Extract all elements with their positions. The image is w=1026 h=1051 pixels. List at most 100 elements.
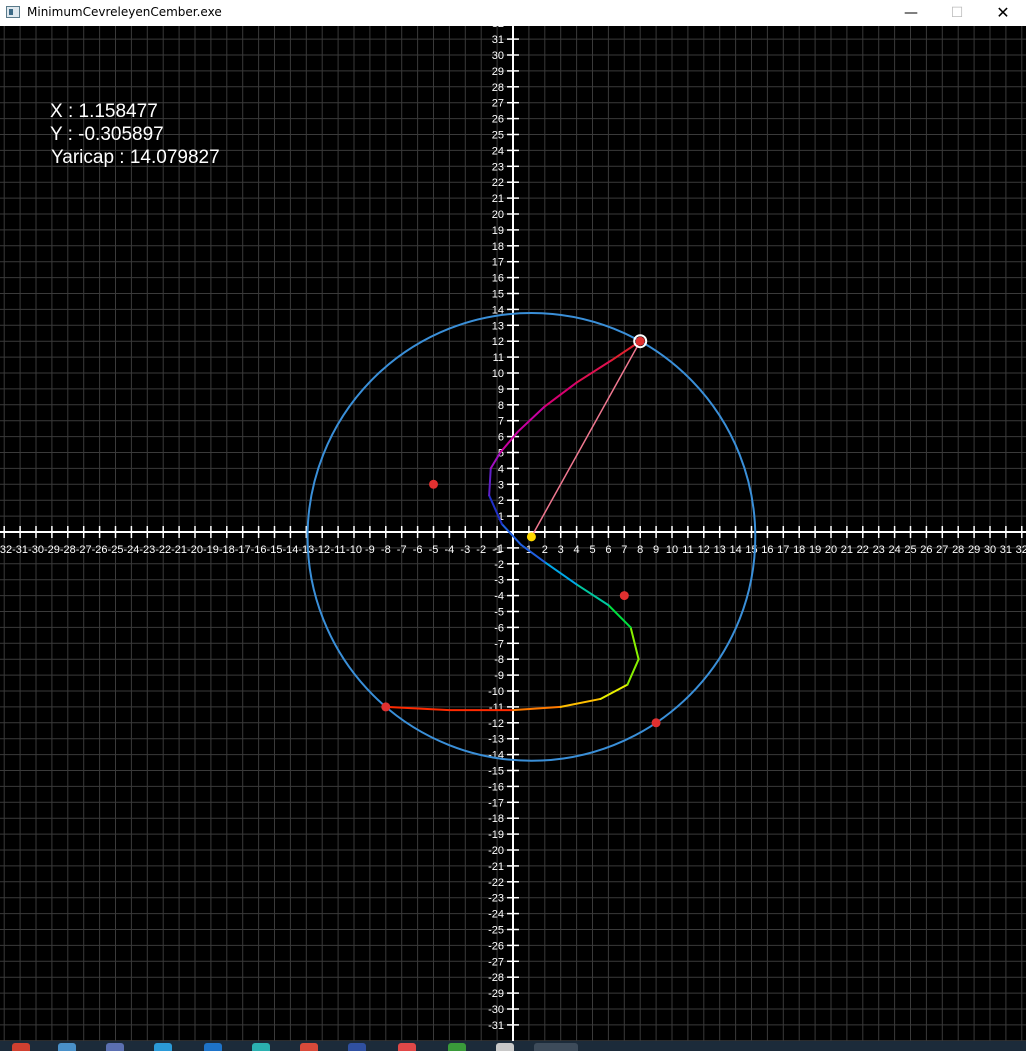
x-tick-label: 26 [920, 544, 932, 556]
x-tick-label: 16 [761, 544, 773, 556]
data-point [635, 336, 645, 346]
y-tick-label: -28 [488, 972, 504, 984]
y-tick-label: 27 [492, 98, 504, 110]
y-tick-label: 32 [492, 26, 504, 30]
y-tick-label: 4 [498, 463, 504, 475]
y-tick-label: 3 [498, 479, 504, 491]
y-tick-label: -27 [488, 956, 504, 968]
y-tick-label: -26 [488, 940, 504, 952]
y-tick-label: 22 [492, 177, 504, 189]
y-tick-label: 2 [498, 495, 504, 507]
taskbar-app-icon[interactable] [300, 1043, 318, 1051]
x-tick-label: 7 [621, 544, 627, 556]
x-tick-label: -8 [381, 544, 391, 556]
y-tick-label: -1 [494, 543, 504, 555]
x-tick-label: -30 [28, 544, 44, 556]
x-tick-label: -20 [187, 544, 203, 556]
y-tick-label: -8 [494, 654, 504, 666]
x-tick-label: -2 [476, 544, 486, 556]
y-tick-label: -11 [489, 702, 504, 714]
y-tick-label: -24 [488, 909, 504, 921]
taskbar-app-icon[interactable] [252, 1043, 270, 1051]
y-tick-label: -4 [494, 591, 504, 603]
x-tick-label: -22 [155, 544, 171, 556]
title-bar: MinimumCevreleyenCember.exe — ☐ ✕ [0, 0, 1026, 27]
y-tick-label: 19 [492, 225, 504, 237]
x-tick-label: 9 [653, 544, 659, 556]
taskbar-app-icon[interactable] [106, 1043, 124, 1051]
radius-readout: Yaricap : 14.079827 [51, 147, 220, 168]
taskbar-app-icon[interactable] [534, 1043, 578, 1051]
x-tick-label: -27 [76, 544, 92, 556]
y-tick-label: 29 [492, 66, 504, 78]
y-tick-label: -31 [488, 1020, 504, 1032]
taskbar-app-icon[interactable] [154, 1043, 172, 1051]
taskbar-app-icon[interactable] [398, 1043, 416, 1051]
x-tick-label: -32 [0, 544, 12, 556]
center-y-readout: Y : -0.305897 [50, 124, 164, 145]
data-point [429, 479, 438, 489]
x-tick-label: 31 [1000, 544, 1012, 556]
taskbar-app-icon[interactable] [448, 1043, 466, 1051]
y-tick-label: 15 [492, 289, 504, 301]
y-tick-label: 31 [492, 34, 504, 46]
x-tick-label: 32 [1016, 544, 1026, 556]
y-tick-label: -17 [488, 797, 504, 809]
y-tick-label: 9 [498, 384, 504, 396]
x-tick-label: 27 [936, 544, 948, 556]
y-tick-label: -3 [494, 575, 504, 587]
x-tick-label: 19 [809, 544, 821, 556]
taskbar-app-icon[interactable] [348, 1043, 366, 1051]
x-tick-label: -10 [346, 544, 362, 556]
plot-canvas[interactable]: -32-31-30-29-28-27-26-25-24-23-22-21-20-… [0, 18, 1026, 1042]
x-tick-label: -7 [397, 544, 407, 556]
x-tick-label: -21 [171, 544, 187, 556]
x-tick-label: 14 [729, 544, 741, 556]
x-tick-label: 4 [574, 544, 580, 556]
y-tick-label: 30 [492, 50, 504, 62]
x-tick-label: -13 [298, 544, 314, 556]
y-tick-label: -22 [488, 877, 504, 889]
y-tick-label: 17 [492, 257, 504, 269]
x-tick-label: -4 [445, 544, 455, 556]
center-x-readout: X : 1.158477 [50, 101, 158, 122]
y-tick-label: -6 [494, 622, 504, 634]
taskbar-app-icon[interactable] [496, 1043, 514, 1051]
x-tick-label: 18 [793, 544, 805, 556]
minimize-button[interactable]: — [888, 0, 934, 26]
center-point [526, 532, 536, 542]
maximize-button[interactable]: ☐ [934, 0, 980, 26]
y-tick-label: -18 [488, 813, 504, 825]
y-tick-label: 24 [492, 145, 504, 157]
taskbar-app-icon[interactable] [204, 1043, 222, 1051]
data-point [619, 591, 629, 601]
center-path-segment [488, 467, 492, 497]
x-tick-label: -26 [92, 544, 108, 556]
x-tick-label: -24 [123, 544, 139, 556]
x-tick-label: 6 [605, 544, 611, 556]
y-tick-label: 6 [498, 432, 504, 444]
x-tick-label: 12 [698, 544, 710, 556]
x-tick-label: -15 [267, 544, 283, 556]
taskbar-app-icon[interactable] [58, 1043, 76, 1051]
taskbar-app-icon[interactable] [12, 1043, 30, 1051]
window-title: MinimumCevreleyenCember.exe [27, 5, 222, 19]
y-tick-label: -23 [488, 893, 504, 905]
center-path-segment [559, 697, 602, 708]
y-tick-label: 7 [498, 416, 504, 428]
y-tick-label: 10 [492, 368, 504, 380]
y-tick-label: -2 [494, 559, 504, 571]
data-point [381, 702, 391, 712]
y-tick-label: -10 [488, 686, 504, 698]
close-button[interactable]: ✕ [980, 0, 1026, 26]
x-tick-label: -18 [219, 544, 235, 556]
x-tick-label: -9 [365, 544, 375, 556]
center-path-segment [599, 683, 629, 700]
x-tick-label: 28 [952, 544, 964, 556]
y-tick-label: -7 [494, 638, 504, 650]
y-tick-label: -30 [488, 1004, 504, 1016]
x-tick-label: 13 [714, 544, 726, 556]
y-tick-label: -9 [494, 670, 504, 682]
y-tick-label: 20 [492, 209, 504, 221]
x-tick-label: 5 [589, 544, 595, 556]
